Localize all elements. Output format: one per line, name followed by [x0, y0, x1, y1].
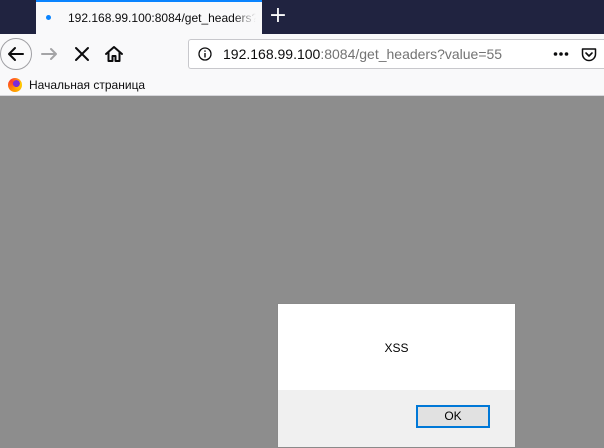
ok-button[interactable]: OK — [416, 405, 490, 428]
tab-strip: 192.168.99.100:8084/get_headers?value=55… — [0, 0, 604, 34]
close-icon — [75, 47, 89, 61]
bookmarks-toolbar: Начальная страница — [0, 74, 604, 96]
navigation-toolbar: 192.168.99.100:8084/get_headers?value=55 — [0, 34, 604, 74]
url-text[interactable]: 192.168.99.100:8084/get_headers?value=55 — [223, 46, 502, 62]
bookmark-label: Начальная страница — [29, 78, 146, 92]
forward-arrow-icon — [41, 48, 57, 60]
tab-active[interactable]: 192.168.99.100:8084/get_headers?value=55 — [36, 0, 262, 34]
alert-dialog: XSS OK — [277, 303, 516, 448]
back-arrow-icon — [8, 47, 24, 61]
forward-button[interactable] — [38, 42, 62, 66]
new-tab-button[interactable]: + — [266, 4, 290, 30]
page-actions-more-icon[interactable] — [553, 48, 569, 60]
tab-loading-icon — [46, 15, 51, 20]
url-path: :8084/get_headers?value=55 — [320, 46, 503, 62]
home-icon — [105, 46, 123, 62]
stop-button[interactable] — [70, 42, 94, 66]
firefox-icon — [8, 78, 22, 92]
alert-message: XSS — [384, 341, 409, 355]
info-icon[interactable] — [198, 47, 212, 61]
home-button[interactable] — [102, 42, 126, 66]
back-button[interactable] — [0, 38, 32, 70]
alert-dialog-body: XSS — [278, 304, 515, 390]
url-bar[interactable]: 192.168.99.100:8084/get_headers?value=55 — [188, 39, 604, 69]
url-host: 192.168.99.100 — [223, 46, 321, 62]
tab-title: 192.168.99.100:8084/get_headers?value=55 — [68, 11, 256, 25]
pocket-icon[interactable] — [581, 47, 597, 62]
bookmark-home-page[interactable]: Начальная страница — [8, 77, 145, 93]
